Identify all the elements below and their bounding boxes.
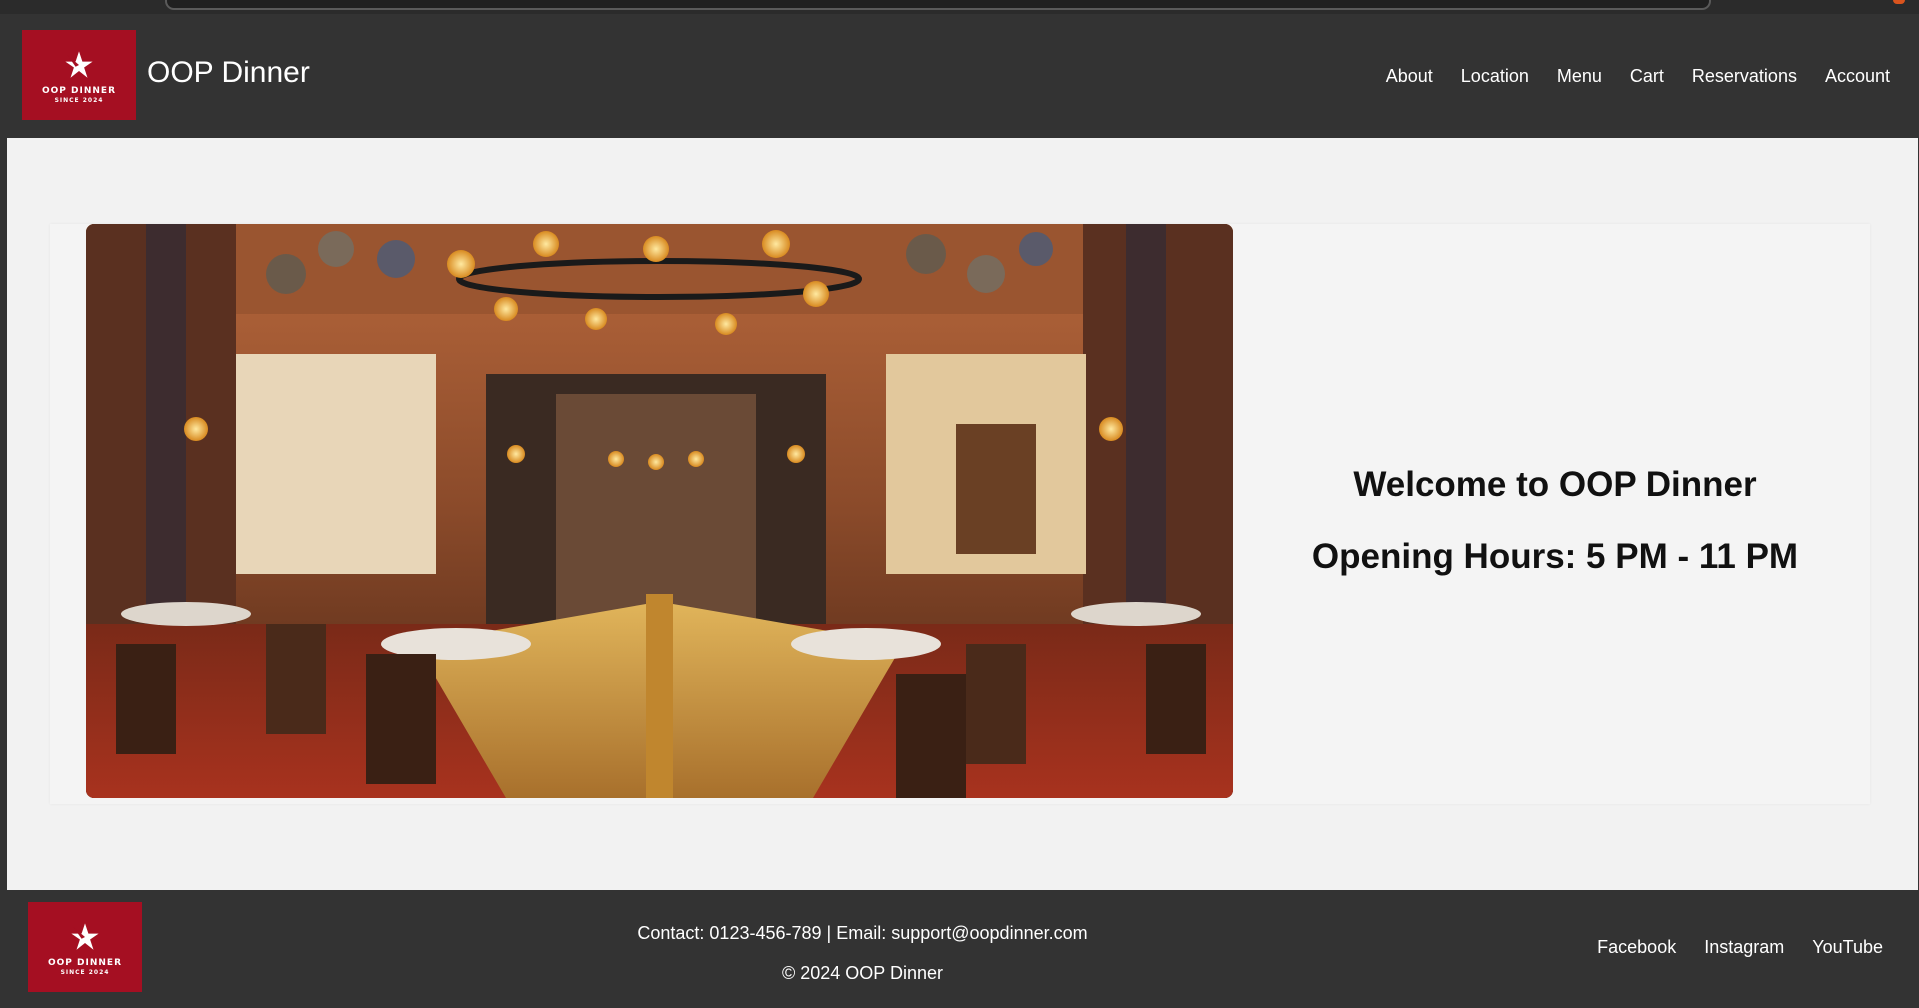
social-links: Facebook Instagram YouTube <box>1597 937 1883 958</box>
restaurant-interior-image <box>86 224 1233 798</box>
welcome-heading: Welcome to OOP Dinner <box>1353 465 1757 504</box>
footer-info: Contact: 0123-456-789 | Email: support@o… <box>600 924 1125 982</box>
browser-address-bar[interactable] <box>165 0 1711 10</box>
site-header: OOP DINNER SINCE 2024 OOP Dinner About L… <box>0 14 1919 138</box>
header-logo[interactable]: OOP DINNER SINCE 2024 <box>22 30 136 120</box>
nav-location[interactable]: Location <box>1461 66 1529 87</box>
nav-about[interactable]: About <box>1386 66 1433 87</box>
nav-menu[interactable]: Menu <box>1557 66 1602 87</box>
youtube-link[interactable]: YouTube <box>1812 937 1883 958</box>
copyright: © 2024 OOP Dinner <box>781 963 943 983</box>
nav-cart[interactable]: Cart <box>1630 66 1664 87</box>
nav-reservations[interactable]: Reservations <box>1692 66 1797 87</box>
main-nav: About Location Menu Cart Reservations Ac… <box>1386 66 1890 87</box>
logo-since: SINCE 2024 <box>60 969 110 976</box>
plane-star-logo-icon <box>65 51 93 78</box>
main-content: Welcome to OOP Dinner Opening Hours: 5 P… <box>7 138 1918 890</box>
site-footer: OOP DINNER SINCE 2024 Contact: 0123-456-… <box>0 890 1919 1008</box>
facebook-link[interactable]: Facebook <box>1597 937 1676 958</box>
instagram-link[interactable]: Instagram <box>1704 937 1784 958</box>
browser-strip <box>0 0 1919 14</box>
logo-name: OOP DINNER <box>42 86 116 96</box>
plane-star-logo-icon <box>71 923 99 950</box>
site-title[interactable]: OOP Dinner <box>147 58 310 88</box>
opening-hours: Opening Hours: 5 PM - 11 PM <box>1311 537 1799 576</box>
logo-since: SINCE 2024 <box>54 97 104 104</box>
contact-info: Contact: 0123-456-789 | Email: support@o… <box>637 923 1088 943</box>
hero-text: Welcome to OOP Dinner Opening Hours: 5 P… <box>1295 464 1815 578</box>
nav-account[interactable]: Account <box>1825 66 1890 87</box>
footer-logo[interactable]: OOP DINNER SINCE 2024 <box>28 902 142 992</box>
hero-section: Welcome to OOP Dinner Opening Hours: 5 P… <box>50 224 1870 804</box>
browser-extension-icon[interactable] <box>1893 0 1905 4</box>
logo-name: OOP DINNER <box>48 958 122 968</box>
